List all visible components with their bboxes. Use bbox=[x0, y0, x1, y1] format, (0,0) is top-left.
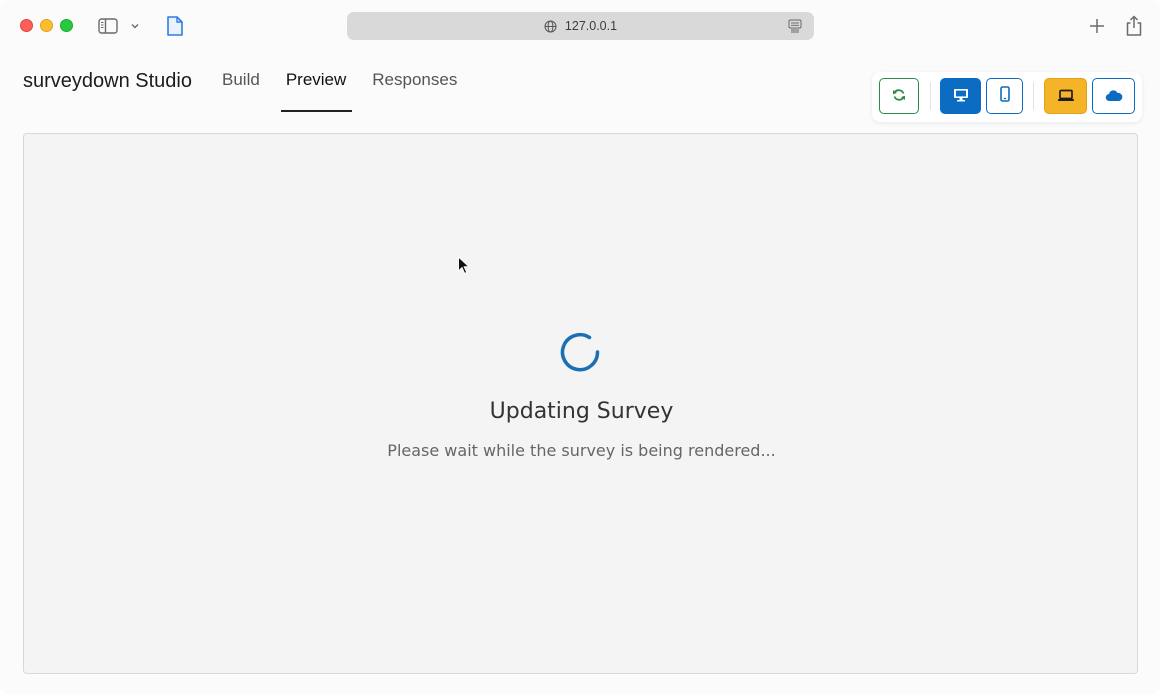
browser-window: 127.0.0.1 surveydown Studio Build Previe… bbox=[0, 0, 1160, 694]
cloud-mode-button[interactable] bbox=[1092, 78, 1135, 114]
sidebar-icon[interactable] bbox=[96, 15, 120, 37]
chevron-down-icon[interactable] bbox=[128, 17, 142, 35]
toolbar-divider bbox=[1033, 82, 1034, 110]
preview-panel: Updating Survey Please wait while the su… bbox=[23, 133, 1138, 674]
preview-toolbar bbox=[872, 72, 1142, 122]
loading-message: Please wait while the survey is being re… bbox=[387, 441, 776, 460]
close-window-button[interactable] bbox=[20, 19, 33, 32]
laptop-icon bbox=[1057, 87, 1075, 106]
mobile-view-button[interactable] bbox=[986, 78, 1023, 114]
loading-title: Updating Survey bbox=[489, 399, 674, 424]
url-text: 127.0.0.1 bbox=[564, 19, 618, 33]
cloud-icon bbox=[1105, 87, 1123, 106]
tab-preview[interactable]: Preview bbox=[280, 70, 353, 112]
globe-icon bbox=[544, 20, 557, 33]
refresh-icon bbox=[892, 87, 906, 106]
mobile-icon bbox=[999, 86, 1010, 106]
share-icon[interactable] bbox=[1123, 13, 1145, 39]
plus-icon[interactable] bbox=[1086, 14, 1108, 38]
app-title: surveydown Studio bbox=[23, 70, 192, 92]
tab-build[interactable]: Build bbox=[222, 70, 260, 110]
toolbar-divider bbox=[930, 82, 931, 110]
desktop-icon bbox=[953, 87, 969, 106]
zoom-window-button[interactable] bbox=[60, 19, 73, 32]
reader-mode-icon[interactable] bbox=[788, 19, 802, 33]
mouse-cursor-icon bbox=[457, 255, 471, 276]
main-tabs: Build Preview Responses bbox=[222, 70, 483, 112]
document-icon[interactable] bbox=[164, 14, 186, 38]
tab-responses[interactable]: Responses bbox=[372, 70, 457, 110]
title-bar: 127.0.0.1 bbox=[0, 0, 1160, 52]
refresh-button[interactable] bbox=[879, 78, 919, 114]
desktop-view-button[interactable] bbox=[940, 78, 981, 114]
minimize-window-button[interactable] bbox=[40, 19, 53, 32]
local-mode-button[interactable] bbox=[1044, 78, 1087, 114]
loading-spinner-icon bbox=[556, 328, 604, 376]
address-bar[interactable]: 127.0.0.1 bbox=[347, 12, 814, 40]
